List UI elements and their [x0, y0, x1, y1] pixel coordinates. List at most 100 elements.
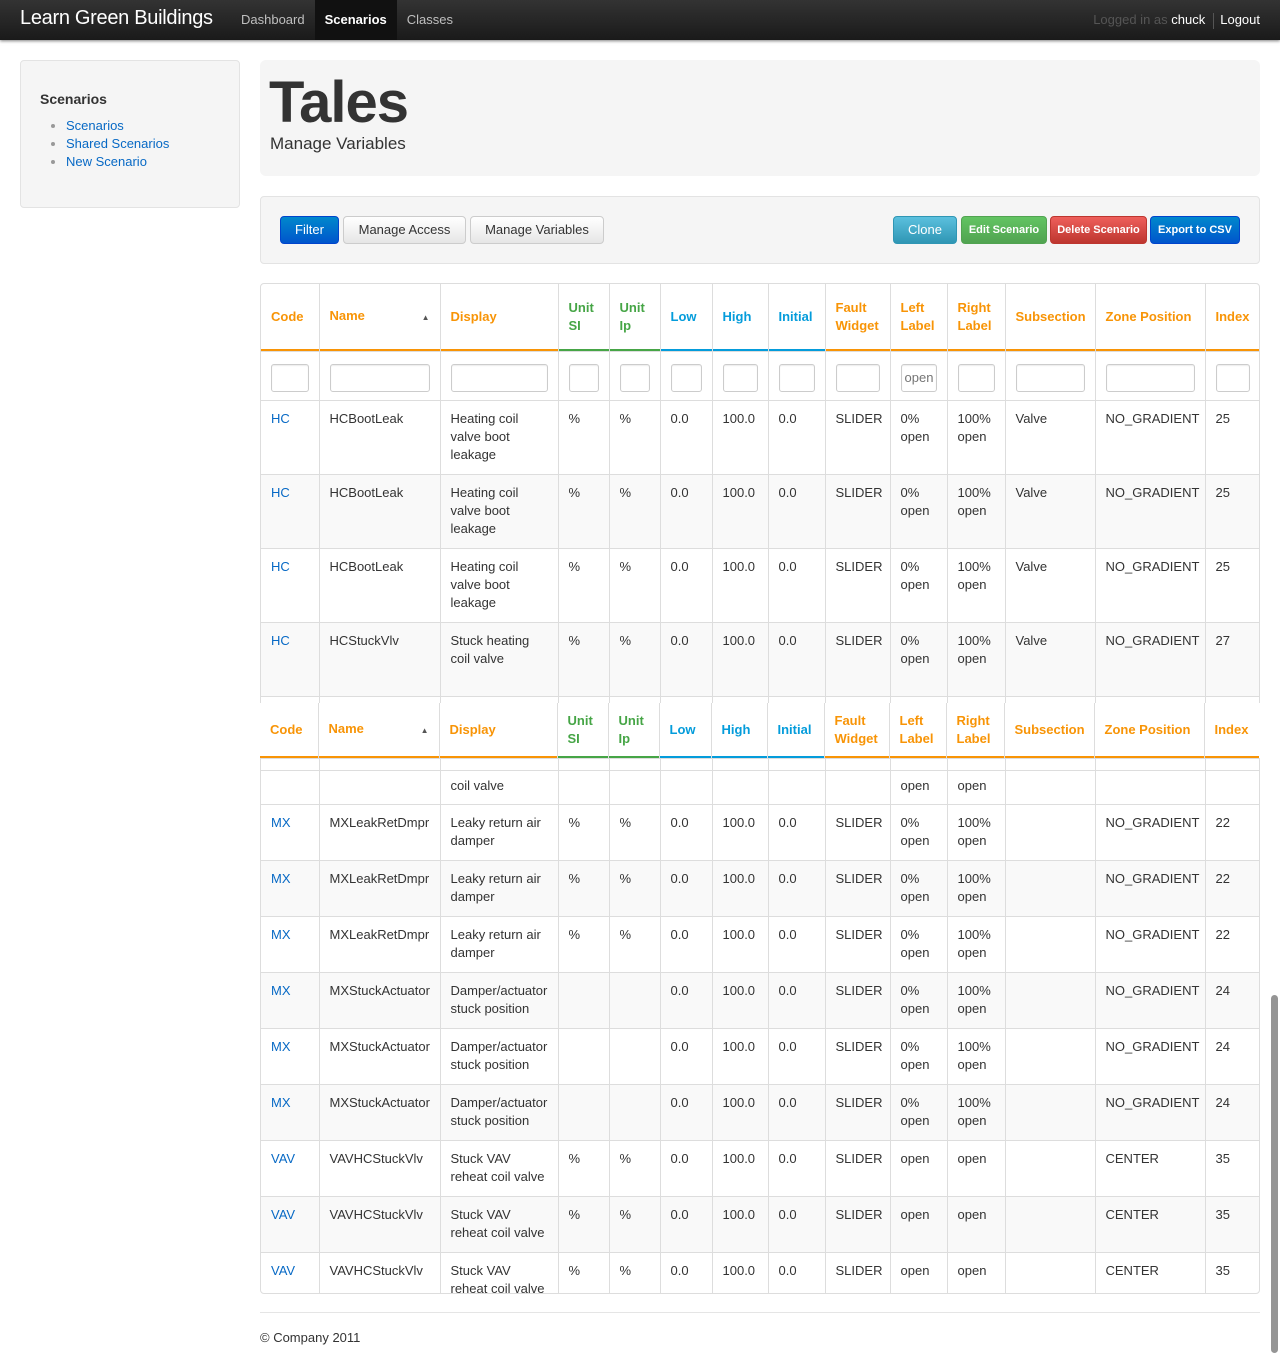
filter-unit-ip-input[interactable]	[619, 363, 650, 392]
nav-dashboard[interactable]: Dashboard	[231, 0, 315, 40]
delete-scenario-button[interactable]: Delete Scenario	[1050, 216, 1147, 244]
sticky-col-index[interactable]: Index	[1203, 703, 1259, 759]
col-unit-ip[interactable]: Unit Ip	[608, 284, 660, 352]
logout-link[interactable]: Logout	[1220, 12, 1260, 27]
cell-unit-ip: %	[608, 547, 660, 622]
sticky-col-display[interactable]: Display	[438, 703, 557, 759]
col-code[interactable]: Code	[261, 284, 319, 352]
col-low[interactable]: Low	[659, 284, 712, 352]
sticky-col-code[interactable]: Code	[260, 703, 318, 759]
col-unit-si[interactable]: Unit SI	[557, 284, 609, 352]
table-row[interactable]: HC HCBootLeak Heating coil valve boot leak…	[261, 399, 1259, 474]
code-link[interactable]: HC	[271, 411, 290, 426]
col-initial[interactable]: Initial	[767, 284, 825, 352]
code-link[interactable]: MX	[271, 1095, 291, 1110]
sticky-col-unit-ip[interactable]: Unit Ip	[607, 703, 659, 759]
sticky-col-fault-widget[interactable]: Fault Widget	[823, 703, 889, 759]
clone-button[interactable]: Clone	[893, 216, 957, 244]
brand-link[interactable]: Learn Green Buildings	[20, 7, 213, 30]
table-row[interactable]: MX MXStuckActuator Damper/actuator stuck p…	[261, 971, 1259, 1028]
code-link[interactable]: MX	[271, 927, 291, 942]
col-right-label[interactable]: Right Label	[946, 284, 1005, 352]
username-link[interactable]: chuck	[1171, 12, 1205, 27]
sticky-col-low[interactable]: Low	[658, 703, 711, 759]
cell-display: Leaky return air damper	[439, 803, 558, 860]
manage-variables-button[interactable]: Manage Variables	[470, 216, 604, 244]
table-row[interactable]: MX MXLeakRetDmpr Leaky return air damper%%…	[261, 803, 1259, 860]
cell-display: Stuck VAV reheat coil valve	[439, 1251, 558, 1293]
edit-scenario-button[interactable]: Edit Scenario	[961, 216, 1047, 244]
filter-index-input[interactable]	[1215, 363, 1250, 392]
filter-initial-input[interactable]	[778, 363, 815, 392]
page-scrollbar[interactable]	[1271, 995, 1278, 1353]
col-left-label[interactable]: Left Label	[889, 284, 947, 352]
table-row[interactable]: coil valve open open	[261, 769, 1259, 804]
filter-fault-input[interactable]	[835, 363, 880, 392]
col-zone-position[interactable]: Zone Position	[1094, 284, 1205, 352]
code-link[interactable]: MX	[271, 1039, 291, 1054]
table-row[interactable]: MX MXLeakRetDmpr Leaky return air damper%%…	[261, 915, 1259, 972]
filter-low-input[interactable]	[670, 363, 702, 392]
table-row[interactable]: MX MXStuckActuator Damper/actuator stuck p…	[261, 1083, 1259, 1140]
table-row[interactable]: HC HCBootLeak Heating coil valve boot leak…	[261, 473, 1259, 548]
col-subsection[interactable]: Subsection	[1004, 284, 1095, 352]
code-link[interactable]: VAV	[271, 1263, 295, 1278]
cell-left-label: 0% open	[889, 859, 947, 916]
cell-code: MX	[261, 859, 319, 916]
sidebar-link-shared-scenarios[interactable]: Shared Scenarios	[66, 136, 169, 151]
code-link[interactable]: HC	[271, 485, 290, 500]
filter-right-input[interactable]	[957, 363, 995, 392]
export-csv-button[interactable]: Export to CSV	[1150, 216, 1240, 244]
table-row[interactable]: VAV VAVHCStuckVlv Stuck VAV reheat coil va…	[261, 1139, 1259, 1196]
code-link[interactable]: MX	[271, 871, 291, 886]
filter-unit-si-input[interactable]	[568, 363, 599, 392]
sticky-col-right-label[interactable]: Right Label	[945, 703, 1004, 759]
cell-unit-ip	[608, 971, 660, 1028]
filter-display-input[interactable]	[450, 363, 548, 392]
sidebar-link-new-scenario[interactable]: New Scenario	[66, 154, 147, 169]
filter-code-input[interactable]	[271, 363, 309, 392]
filter-left-input[interactable]	[900, 363, 937, 392]
table-row[interactable]: VAV VAVHCStuckVlv Stuck VAV reheat coil va…	[261, 1195, 1259, 1252]
cell-name: HCStuckVlv	[318, 621, 440, 696]
sticky-col-high[interactable]: High	[710, 703, 767, 759]
sort-asc-icon: ▲	[421, 313, 430, 323]
code-link[interactable]: VAV	[271, 1207, 295, 1222]
table-row[interactable]: MX MXStuckActuator Damper/actuator stuck p…	[261, 1027, 1259, 1084]
filter-name-input[interactable]	[329, 363, 430, 392]
code-link[interactable]: VAV	[271, 1151, 295, 1166]
filter-high-input[interactable]	[722, 363, 758, 392]
sticky-col-left-label[interactable]: Left Label	[888, 703, 946, 759]
code-link[interactable]: MX	[271, 815, 291, 830]
sticky-right-l2: Label	[956, 731, 991, 747]
table-row[interactable]: HC HCBootLeak Heating coil valve boot leak…	[261, 547, 1259, 622]
sticky-col-zone-position[interactable]: Zone Position	[1093, 703, 1204, 759]
col-name[interactable]: Name ▲	[318, 284, 440, 352]
filter-subsection-input[interactable]	[1015, 363, 1085, 392]
sticky-col-name[interactable]: Name ▲	[317, 703, 439, 759]
table-row[interactable]: HCHCStuckVlvStuck heating coil valve%%0.…	[261, 621, 1259, 696]
code-link[interactable]: HC	[271, 559, 290, 574]
cell-unit-ip: %	[608, 1251, 660, 1293]
code-link[interactable]: MX	[271, 983, 291, 998]
cell-initial: 0.0	[767, 971, 825, 1028]
sticky-col-unit-si[interactable]: Unit SI	[556, 703, 608, 759]
filter-button[interactable]: Filter	[280, 216, 339, 244]
manage-access-button[interactable]: Manage Access	[343, 216, 466, 244]
code-link[interactable]: HC	[271, 633, 290, 648]
sticky-col-subsection[interactable]: Subsection	[1003, 703, 1094, 759]
col-fault-widget[interactable]: Fault Widget	[824, 284, 890, 352]
col-index[interactable]: Index	[1204, 284, 1259, 352]
col-high[interactable]: High	[711, 284, 768, 352]
cell-right-label: open	[946, 769, 1005, 804]
sticky-col-initial[interactable]: Initial	[766, 703, 824, 759]
nav-classes[interactable]: Classes	[397, 0, 463, 40]
table-row[interactable]: MX MXLeakRetDmpr Leaky return air damper%%…	[261, 859, 1259, 916]
table-row[interactable]: VAV VAVHCStuckVlv Stuck VAV reheat coil va…	[261, 1251, 1259, 1293]
nav-scenarios[interactable]: Scenarios	[314, 0, 397, 40]
cell-left-label: open	[889, 1195, 947, 1252]
col-display[interactable]: Display	[439, 284, 558, 352]
filter-zone-input[interactable]	[1105, 363, 1195, 392]
cell-fault-widget: SLIDER	[824, 473, 890, 548]
sidebar-link-scenarios[interactable]: Scenarios	[66, 118, 124, 133]
